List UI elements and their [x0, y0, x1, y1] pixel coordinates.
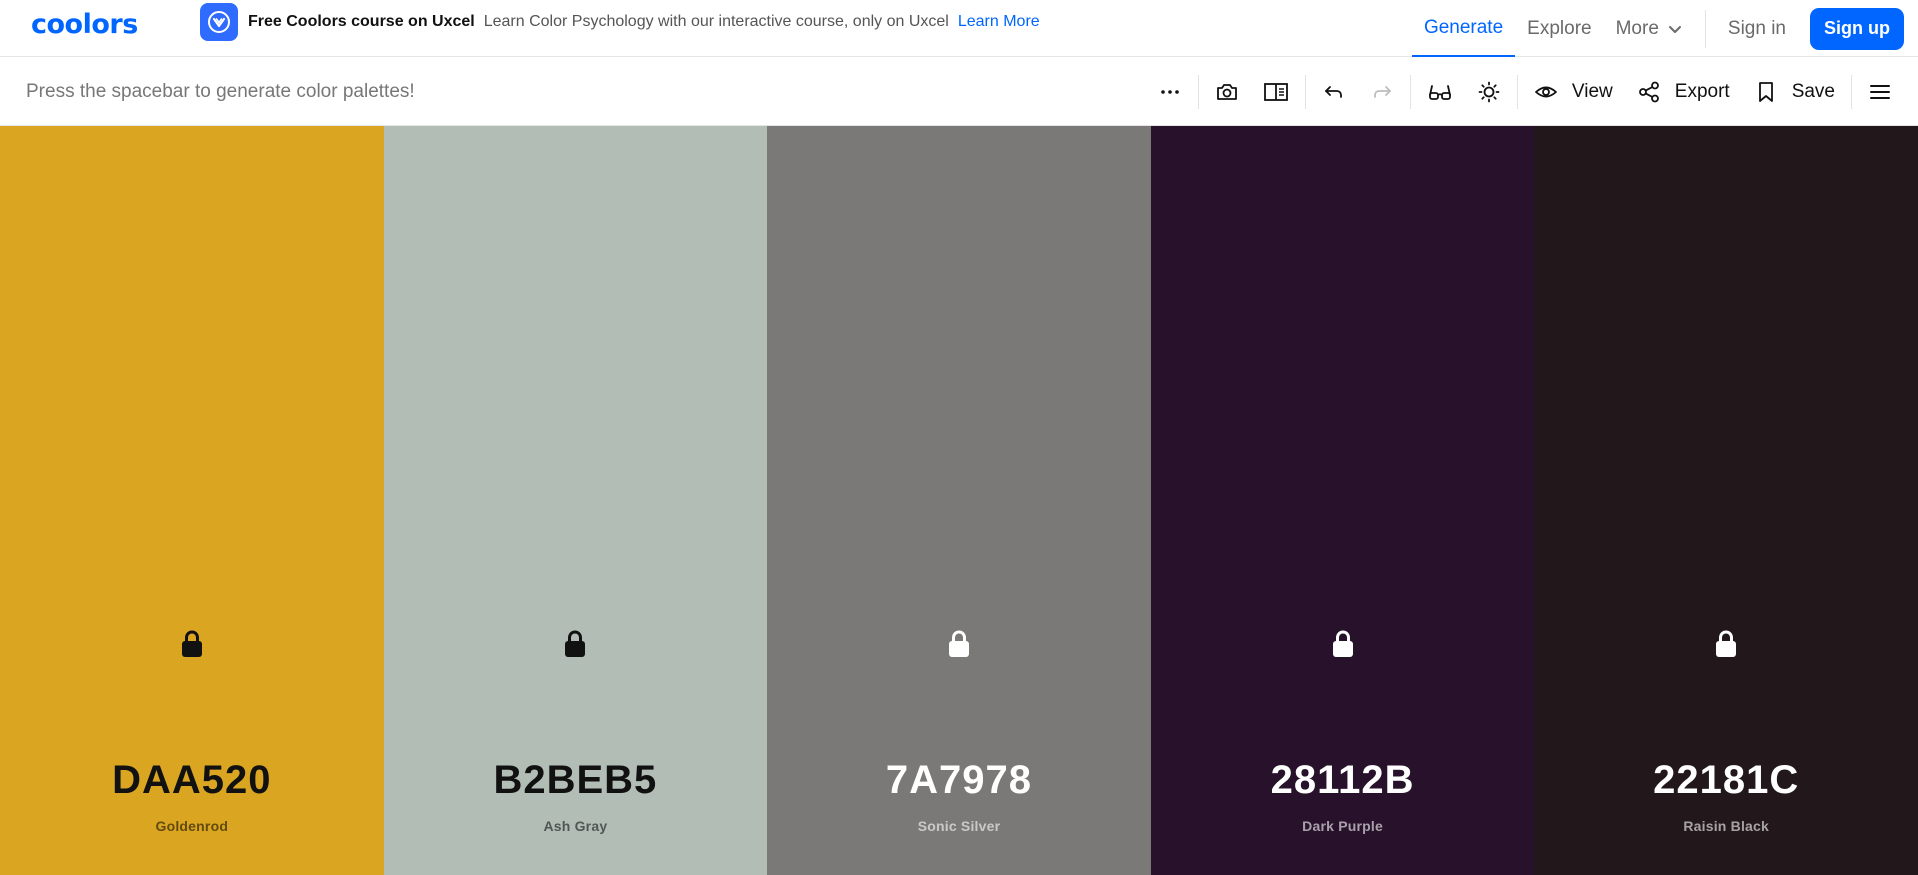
- color-palette: DAA520 Goldenrod B2BEB5 Ash Gray 7A7978 …: [0, 126, 1918, 875]
- nav-right: Generate Explore More Sign in Sign up: [1411, 0, 1918, 57]
- color-swatch[interactable]: 28112B Dark Purple: [1150, 126, 1535, 875]
- nav-more-label: More: [1615, 17, 1659, 39]
- learn-more-link[interactable]: Learn More: [958, 13, 1040, 31]
- color-swatch[interactable]: B2BEB5 Ash Gray: [383, 126, 768, 875]
- more-horizontal-icon: [1161, 90, 1179, 94]
- promo-banner: Free Coolors course on Uxcel Learn Color…: [200, 3, 1040, 41]
- toolbar-divider: [1304, 75, 1306, 109]
- split-view-icon: [1264, 83, 1288, 101]
- screenshot-button[interactable]: [1203, 58, 1251, 126]
- redo-icon: [1374, 86, 1391, 98]
- lock-icon[interactable]: [1713, 629, 1739, 664]
- sun-icon: [1478, 81, 1500, 103]
- export-button[interactable]: Export: [1625, 58, 1742, 126]
- spacebar-hint: Press the spacebar to generate color pal…: [26, 81, 415, 102]
- uxcel-icon[interactable]: [200, 3, 238, 41]
- palette-toolbar: Press the spacebar to generate color pal…: [0, 58, 1918, 126]
- hex-code[interactable]: 7A7978: [767, 758, 1151, 803]
- color-name: Sonic Silver: [917, 818, 1001, 834]
- share-icon: [1638, 81, 1659, 103]
- nav-explore[interactable]: Explore: [1515, 0, 1603, 57]
- top-navigation: coolors Free Coolors course on Uxcel Lea…: [0, 0, 1918, 57]
- view-button[interactable]: View: [1522, 58, 1625, 126]
- color-name: Ash Gray: [543, 818, 608, 834]
- color-swatch[interactable]: 7A7978 Sonic Silver: [767, 126, 1151, 875]
- nav-more[interactable]: More: [1604, 0, 1695, 57]
- hamburger-menu-button[interactable]: [1856, 58, 1904, 126]
- more-options-button[interactable]: [1146, 58, 1194, 126]
- lock-icon[interactable]: [179, 629, 205, 664]
- undo-button[interactable]: [1310, 58, 1358, 126]
- toolbar-divider: [1197, 75, 1199, 109]
- glasses-icon: [1429, 85, 1451, 100]
- undo-icon: [1325, 86, 1342, 98]
- lock-icon[interactable]: [946, 629, 972, 664]
- promo-text: Learn Color Psychology with our interact…: [483, 13, 949, 30]
- toolbar-divider: [1409, 75, 1411, 109]
- color-name: Raisin Black: [1683, 818, 1769, 834]
- eye-icon: [1535, 86, 1557, 98]
- toolbar-actions: View Export Save: [1146, 58, 1904, 126]
- save-button[interactable]: Save: [1742, 58, 1847, 126]
- sign-up-button[interactable]: Sign up: [1810, 7, 1904, 50]
- redo-button[interactable]: [1358, 58, 1406, 126]
- adjust-palette-button[interactable]: [1465, 58, 1513, 126]
- color-swatch[interactable]: DAA520 Goldenrod: [0, 126, 384, 875]
- menu-icon: [1870, 85, 1890, 99]
- compare-view-button[interactable]: [1251, 58, 1301, 126]
- lock-icon[interactable]: [562, 629, 588, 664]
- chevron-down-icon: [1668, 25, 1681, 33]
- hex-code[interactable]: DAA520: [0, 758, 384, 803]
- lock-icon[interactable]: [1330, 629, 1356, 664]
- hex-code[interactable]: 28112B: [1151, 758, 1535, 803]
- promo-title: Free Coolors course on Uxcel: [248, 13, 475, 30]
- color-name: Dark Purple: [1302, 818, 1383, 834]
- nav-divider: [1704, 9, 1706, 48]
- toolbar-divider: [1516, 75, 1518, 109]
- nav-generate[interactable]: Generate: [1411, 0, 1516, 57]
- export-label: Export: [1674, 81, 1730, 102]
- color-blindness-button[interactable]: [1415, 58, 1465, 126]
- sign-in-link[interactable]: Sign in: [1716, 0, 1798, 57]
- color-swatch[interactable]: 22181C Raisin Black: [1534, 126, 1918, 875]
- save-label: Save: [1791, 81, 1835, 102]
- bookmark-icon: [1758, 82, 1773, 102]
- camera-icon: [1217, 84, 1237, 100]
- hex-code[interactable]: B2BEB5: [384, 758, 768, 803]
- view-label: View: [1571, 81, 1613, 102]
- coolors-logo[interactable]: coolors: [31, 9, 138, 40]
- hex-code[interactable]: 22181C: [1534, 758, 1918, 803]
- toolbar-divider: [1851, 75, 1852, 109]
- color-name: Goldenrod: [155, 818, 229, 834]
